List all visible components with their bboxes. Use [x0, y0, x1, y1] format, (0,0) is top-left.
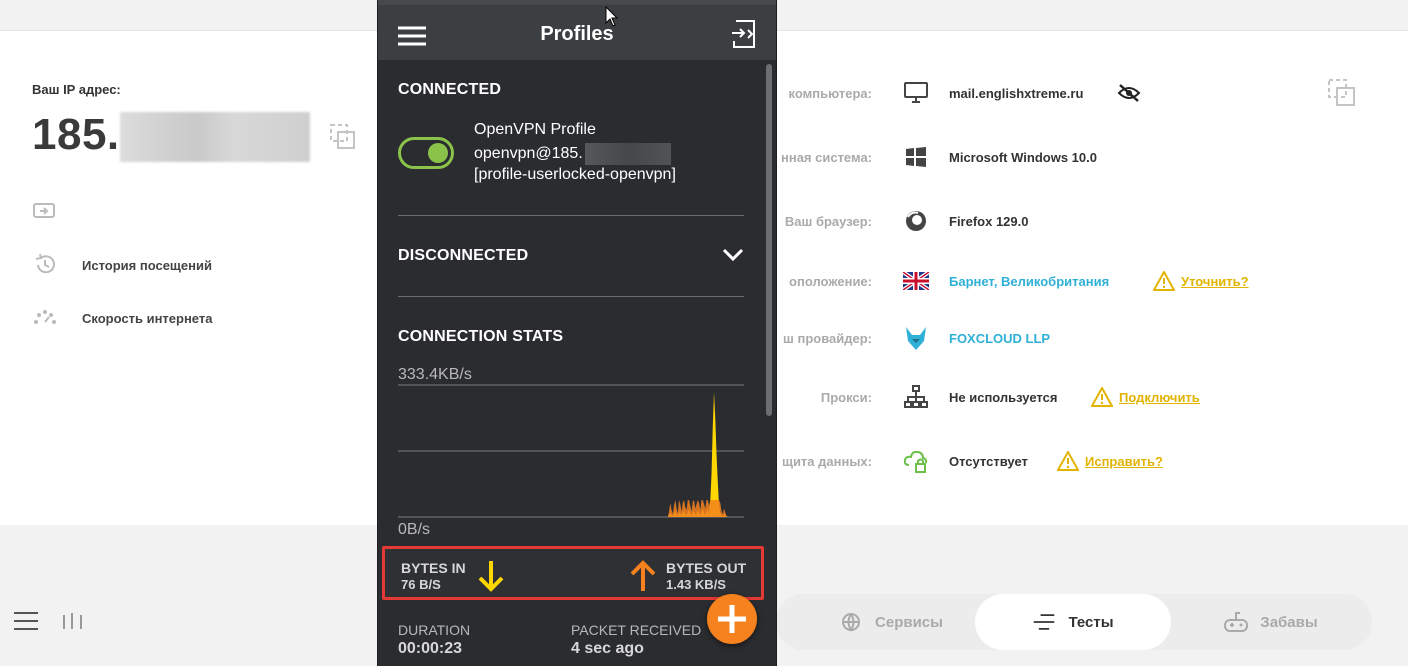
bytes-highlight-box: BYTES IN 76 B/S BYTES OUT 1.43 KB/S [382, 546, 764, 600]
os-value: Microsoft Windows 10.0 [949, 149, 1097, 165]
warning-icon [1091, 387, 1113, 407]
fix-protection-link[interactable]: Исправить? [1057, 451, 1163, 471]
connect-proxy-link[interactable]: Подключить [1091, 387, 1200, 407]
windows-icon [902, 144, 930, 170]
bytes-out-value: 1.43 KB/S [666, 577, 726, 592]
arrow-down-icon [478, 561, 504, 592]
profile-name: OpenVPN Profile [474, 121, 596, 138]
warning-icon [1057, 451, 1079, 471]
chart-y-min-label: 0B/s [398, 521, 431, 538]
tab-tests[interactable]: Тесты [975, 594, 1171, 650]
duration-label: DURATION [398, 622, 471, 638]
protection-value: Отсутствует [949, 453, 1028, 469]
info-row-hostname: компьютера: mail.englishxtreme.ru [760, 78, 1320, 108]
fix-label: Исправить? [1085, 453, 1163, 469]
speed-menu-item[interactable]: Скорость интернета [32, 306, 212, 330]
profile-user: openvpn@185. [474, 145, 583, 162]
add-profile-button[interactable] [707, 594, 757, 644]
packet-value: 4 sec ago [571, 640, 644, 657]
bytes-out-area [398, 500, 744, 517]
hide-eye-icon[interactable] [1117, 83, 1141, 103]
firefox-icon [902, 208, 930, 234]
hostname-value: mail.englishxtreme.ru [949, 85, 1084, 101]
bottom-tabs: Сервисы Тесты Забавы [776, 594, 1372, 650]
panel-scrollbar[interactable] [766, 64, 772, 416]
foxcloud-icon [902, 325, 930, 351]
monitor-icon [902, 80, 930, 106]
globe-icon [842, 613, 861, 632]
panel-header: Profiles [378, 5, 776, 60]
profile-lock-type: [profile-userlocked-openvpn] [474, 166, 676, 183]
profile-user-redacted [585, 143, 671, 165]
tab-tests-label: Тесты [1068, 613, 1114, 631]
menu-icon[interactable] [14, 611, 38, 631]
location-value[interactable]: Барнет, Великобритания [949, 274, 1109, 289]
connected-section-title: CONNECTED [398, 81, 502, 98]
tests-icon [1034, 614, 1055, 630]
duration-value: 00:00:23 [398, 640, 463, 657]
tab-fun-label: Забавы [1260, 613, 1318, 631]
divider [398, 215, 744, 216]
connection-toggle[interactable] [398, 137, 454, 169]
uk-flag-icon [902, 268, 930, 294]
history-label: История посещений [82, 257, 212, 273]
gamepad-icon [1224, 612, 1249, 632]
plus-icon [718, 605, 746, 633]
warning-icon [1153, 271, 1175, 291]
copy-icon[interactable] [1328, 79, 1356, 107]
browser-value: Firefox 129.0 [949, 213, 1029, 229]
speed-label: Скорость интернета [82, 310, 213, 326]
history-menu-item[interactable]: История посещений [32, 253, 212, 277]
info-row-os: нная система: Microsoft Windows 10.0 [760, 142, 1320, 172]
speedometer-icon [34, 310, 56, 324]
columns-icon[interactable] [62, 611, 84, 631]
tab-services-label: Сервисы [875, 613, 943, 631]
chart-y-max-label: 333.4KB/s [398, 366, 472, 383]
bytes-in-area [398, 392, 744, 517]
tab-services[interactable]: Сервисы [806, 594, 976, 650]
info-row-location: оположение: Барнет, Великобритания Уточн… [760, 266, 1320, 296]
mouse-cursor-icon [605, 6, 619, 27]
connection-stats-chart [398, 384, 744, 518]
chevron-down-icon[interactable] [722, 247, 744, 263]
ip-redacted [120, 112, 310, 162]
network-icon [902, 384, 930, 410]
disconnected-section-title[interactable]: DISCONNECTED [398, 247, 528, 265]
refine-label: Уточнить? [1181, 273, 1249, 289]
tab-fun[interactable]: Забавы [1186, 594, 1356, 650]
ip-label: Ваш IP адрес: [32, 82, 121, 97]
arrow-up-icon [630, 560, 656, 591]
share-icon[interactable] [33, 203, 55, 223]
vpn-panel: Profiles CONNECTED OpenVPN Profile openv… [377, 0, 777, 666]
cloud-lock-icon [902, 448, 930, 474]
stats-section-title: CONNECTION STATS [398, 328, 564, 345]
toggle-knob [428, 143, 448, 163]
history-icon [35, 253, 55, 274]
refine-location-link[interactable]: Уточнить? [1153, 271, 1249, 291]
proxy-value: Не используется [949, 389, 1058, 405]
bytes-in-label: BYTES IN [401, 560, 466, 576]
info-row-proxy: Прокси: Не используется Подключить [760, 382, 1320, 412]
bytes-out-label: BYTES OUT [666, 560, 747, 576]
divider [398, 296, 744, 297]
ip-value: 185. [32, 110, 120, 159]
provider-value[interactable]: FOXCLOUD LLP [949, 331, 1050, 346]
copy-icon[interactable] [330, 124, 356, 150]
panel-title: Profiles [540, 23, 614, 45]
info-row-browser: Ваш браузер: Firefox 129.0 [760, 206, 1320, 236]
import-profile-icon[interactable] [730, 19, 758, 49]
info-row-provider: ш провайдер: FOXCLOUD LLP [760, 323, 1320, 353]
connect-label: Подключить [1119, 389, 1200, 405]
bytes-in-value: 76 B/S [401, 577, 441, 592]
info-row-protection: щита данных: Отсутствует Исправить? [760, 446, 1320, 476]
packet-label: PACKET RECEIVED [571, 622, 702, 638]
